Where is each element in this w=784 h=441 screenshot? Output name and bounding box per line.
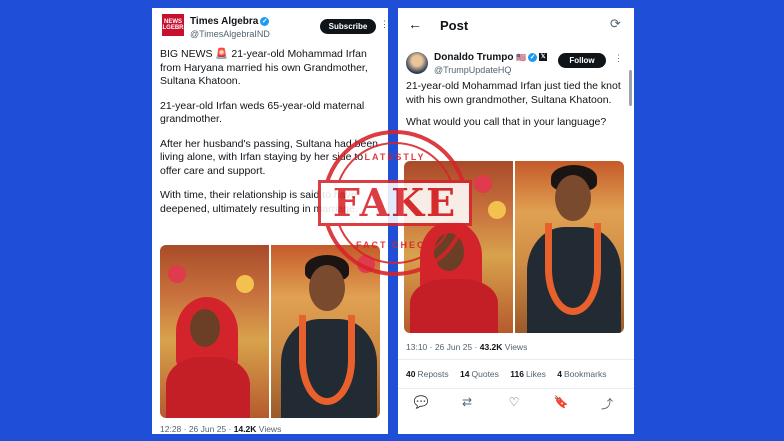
garland — [545, 223, 601, 315]
views-count: 14.2K — [233, 424, 257, 434]
tweet-media[interactable] — [160, 245, 380, 418]
reply-icon[interactable]: 💬 — [412, 395, 430, 409]
tweet-paragraph: 21-year-old Irfan weds 65-year-old mater… — [160, 99, 365, 126]
scrollbar[interactable] — [629, 70, 632, 106]
views-label: Views — [258, 424, 282, 434]
stat-count: 4 — [557, 369, 562, 379]
repost-icon[interactable]: ⇄ — [458, 395, 476, 409]
account-name-text: Times Algebra — [190, 16, 259, 27]
stat-label: Reposts — [417, 369, 449, 379]
share-icon[interactable]: ⤴ — [598, 395, 616, 412]
account-handle[interactable]: @TimesAlgebraIND — [190, 29, 270, 39]
tweet-paragraph: BIG NEWS 🚨 21-year-old Mohammad Irfan fr… — [160, 48, 368, 87]
stat-count: 116 — [510, 369, 524, 379]
bookmark-icon[interactable]: 🔖 — [552, 395, 570, 409]
garland — [299, 315, 355, 405]
action-bar: 💬 ⇄ ♡ 🔖 ⤴ — [398, 392, 634, 416]
account-name[interactable]: Donaldo Trumpo 🇺🇸 ✓ 𝕏 — [434, 52, 548, 63]
bride-outfit — [166, 357, 250, 418]
groom-face — [555, 175, 591, 221]
stat-label: Likes — [526, 369, 546, 379]
tweet-time[interactable]: 13:10 · 26 Jun 25 · — [406, 342, 477, 352]
more-options-icon[interactable]: ⋮ — [380, 19, 388, 30]
quotes-stat[interactable]: 14 Quotes — [460, 369, 499, 379]
reposts-stat[interactable]: 40 Reposts — [406, 369, 449, 379]
follow-button[interactable]: Follow — [558, 53, 606, 68]
divider — [398, 388, 634, 389]
avatar[interactable] — [406, 52, 428, 74]
stat-count: 14 — [460, 369, 470, 379]
account-handle[interactable]: @TrumpUpdateHQ — [434, 65, 511, 75]
like-icon[interactable]: ♡ — [505, 395, 523, 409]
bride-face — [190, 309, 220, 347]
flower-decoration — [168, 265, 186, 283]
engagement-stats: 40 Reposts 14 Quotes 116 Likes 4 Bookmarks — [406, 369, 615, 379]
stat-label: Bookmarks — [563, 369, 607, 379]
flower-decoration — [488, 201, 506, 219]
views-count: 43.2K — [479, 342, 503, 352]
verified-badge-icon: ✓ — [528, 52, 538, 62]
fake-stamp: LATESTLY FAKE FACT CHECK — [318, 130, 472, 276]
tweet-paragraph: What would you call that in your languag… — [406, 116, 607, 128]
stat-count: 40 — [406, 369, 416, 379]
refresh-icon[interactable]: ⟳ — [610, 16, 621, 32]
account-name[interactable]: Times Algebra ✓ — [190, 16, 270, 27]
groom-photo[interactable] — [515, 161, 624, 333]
bride-outfit — [410, 279, 498, 333]
tweet-meta: 12:28 · 26 Jun 25 · 14.2K Views — [160, 424, 281, 434]
tweet-text: 21-year-old Mohammad Irfan just tied the… — [406, 80, 624, 139]
back-arrow-icon[interactable]: ← — [408, 16, 422, 32]
avatar[interactable]: NEWS ALGEBRA — [158, 14, 188, 36]
divider — [398, 359, 634, 360]
flower-decoration — [236, 275, 254, 293]
groom-face — [309, 265, 345, 311]
verified-badge-icon: ✓ — [260, 16, 270, 26]
stat-label: Quotes — [471, 369, 499, 379]
stamp-word: FAKE — [318, 180, 472, 226]
stamp-top-text: LATESTLY — [364, 152, 426, 162]
flower-decoration — [474, 175, 492, 193]
more-options-icon[interactable]: ⋮ — [614, 53, 623, 64]
bookmarks-stat[interactable]: 4 Bookmarks — [557, 369, 606, 379]
groom-photo[interactable] — [271, 245, 380, 418]
page-title: Post — [440, 18, 469, 33]
likes-stat[interactable]: 116 Likes — [510, 369, 546, 379]
bride-photo[interactable] — [160, 245, 269, 418]
stamp-bottom-text: FACT CHECK — [356, 240, 434, 250]
flag-icon: 🇺🇸 — [516, 53, 527, 62]
views-label: Views — [504, 342, 528, 352]
account-name-text: Donaldo Trumpo — [434, 52, 514, 63]
tweet-meta: 13:10 · 26 Jun 25 · 43.2K Views — [406, 342, 527, 352]
subscribe-button[interactable]: Subscribe — [320, 19, 376, 34]
tweet-header: NEWS ALGEBRA Times Algebra ✓ @TimesAlgebr… — [158, 14, 388, 44]
x-affiliate-badge-icon: 𝕏 — [539, 53, 548, 62]
tweet-time[interactable]: 12:28 · 26 Jun 25 · — [160, 424, 231, 434]
tweet-paragraph: 21-year-old Mohammad Irfan just tied the… — [406, 80, 621, 106]
post-topbar: ← Post ⟳ — [398, 8, 634, 44]
